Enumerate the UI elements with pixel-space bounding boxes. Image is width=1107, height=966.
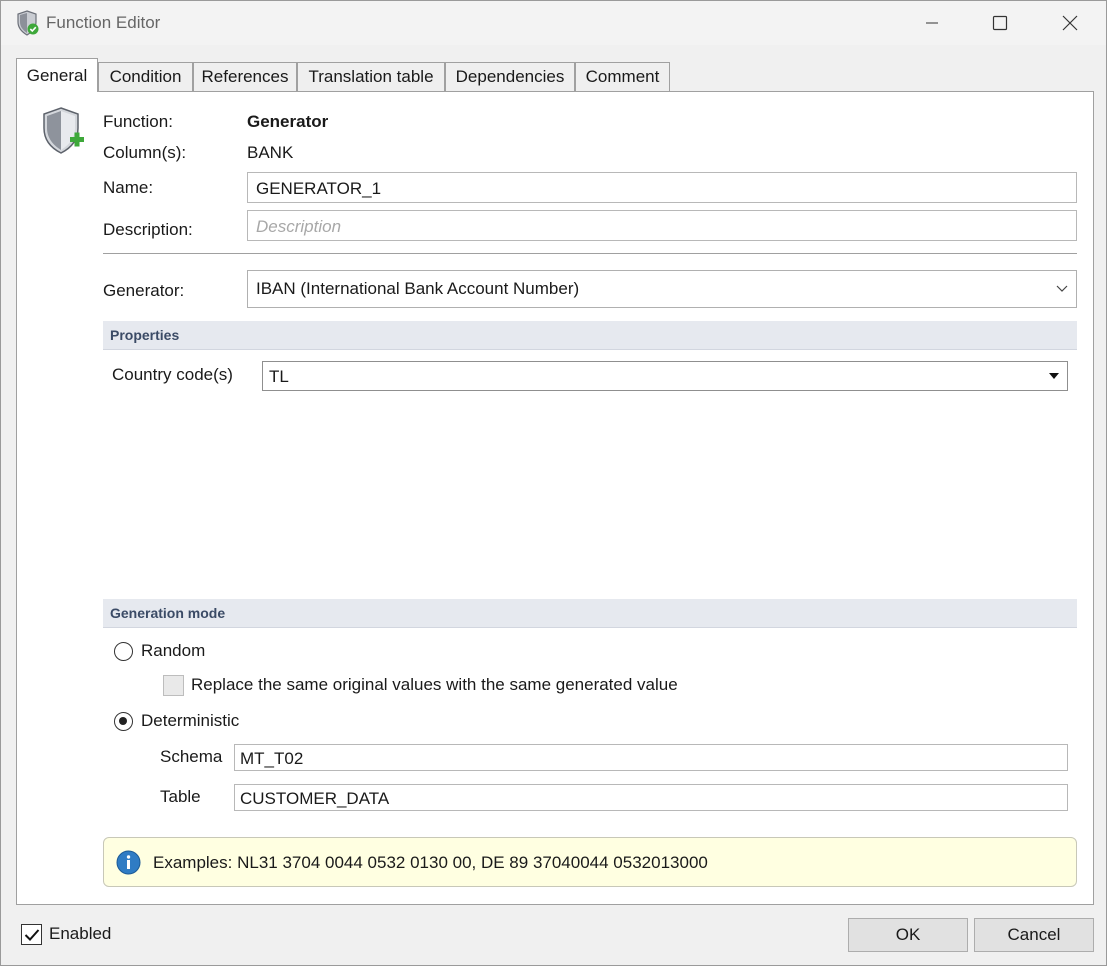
columns-value: BANK bbox=[247, 143, 294, 162]
shield-add-icon bbox=[43, 107, 84, 154]
generator-select[interactable]: IBAN (International Bank Account Number) bbox=[247, 270, 1077, 308]
generator-label: Generator: bbox=[103, 281, 185, 300]
replace-same-values-label: Replace the same original values with th… bbox=[191, 675, 678, 694]
chevron-down-icon bbox=[1056, 271, 1068, 307]
shield-check-icon bbox=[17, 10, 39, 36]
function-editor-window: Function Editor General Condition Refere… bbox=[0, 0, 1107, 966]
minimize-icon bbox=[926, 22, 938, 24]
tab-dependencies[interactable]: Dependencies bbox=[445, 62, 575, 91]
function-value: Generator bbox=[247, 112, 329, 131]
ok-button[interactable]: OK bbox=[848, 918, 968, 952]
tab-general[interactable]: General bbox=[16, 58, 98, 92]
schema-input[interactable]: MT_T02 bbox=[234, 744, 1068, 771]
tab-references[interactable]: References bbox=[193, 62, 297, 91]
random-radio[interactable] bbox=[114, 642, 133, 661]
table-input[interactable]: CUSTOMER_DATA bbox=[234, 784, 1068, 811]
name-input[interactable]: GENERATOR_1 bbox=[247, 172, 1077, 203]
generation-mode-header: Generation mode bbox=[103, 599, 1077, 628]
schema-label: Schema bbox=[160, 747, 223, 766]
info-icon bbox=[116, 850, 141, 875]
tab-condition[interactable]: Condition bbox=[98, 62, 193, 91]
cancel-button[interactable]: Cancel bbox=[974, 918, 1094, 952]
tab-translation-table[interactable]: Translation table bbox=[297, 62, 445, 91]
enabled-label: Enabled bbox=[49, 924, 112, 943]
maximize-button[interactable] bbox=[977, 7, 1023, 39]
general-panel: Function: Generator Column(s): BANK Name… bbox=[16, 91, 1094, 905]
generator-value: IBAN (International Bank Account Number) bbox=[256, 279, 580, 298]
close-button[interactable] bbox=[1047, 7, 1093, 39]
tab-comment[interactable]: Comment bbox=[575, 62, 670, 91]
window-title: Function Editor bbox=[46, 13, 161, 32]
enabled-checkbox[interactable] bbox=[21, 924, 42, 945]
country-code-label: Country code(s) bbox=[112, 365, 233, 384]
random-label: Random bbox=[141, 641, 206, 660]
country-code-select[interactable]: TL bbox=[262, 361, 1068, 391]
examples-info-box: Examples: NL31 3704 0044 0532 0130 00, D… bbox=[103, 837, 1077, 887]
name-label: Name: bbox=[103, 178, 154, 197]
deterministic-label: Deterministic bbox=[141, 711, 240, 730]
function-label: Function: bbox=[103, 112, 173, 131]
description-label: Description: bbox=[103, 220, 193, 239]
minimize-button[interactable] bbox=[909, 7, 955, 39]
country-code-value: TL bbox=[269, 367, 289, 386]
divider bbox=[103, 253, 1077, 255]
replace-same-values-checkbox[interactable] bbox=[163, 675, 184, 696]
checkmark-icon bbox=[24, 928, 39, 941]
maximize-icon bbox=[992, 15, 1008, 31]
examples-text: Examples: NL31 3704 0044 0532 0130 00, D… bbox=[153, 853, 708, 872]
dropdown-arrow-icon bbox=[1049, 362, 1059, 390]
table-label: Table bbox=[160, 787, 201, 806]
close-icon bbox=[1062, 15, 1078, 31]
description-input[interactable]: Description bbox=[247, 210, 1077, 241]
properties-header: Properties bbox=[103, 321, 1077, 350]
columns-label: Column(s): bbox=[103, 143, 187, 162]
title-bar: Function Editor bbox=[1, 1, 1106, 45]
deterministic-radio[interactable] bbox=[114, 712, 133, 731]
